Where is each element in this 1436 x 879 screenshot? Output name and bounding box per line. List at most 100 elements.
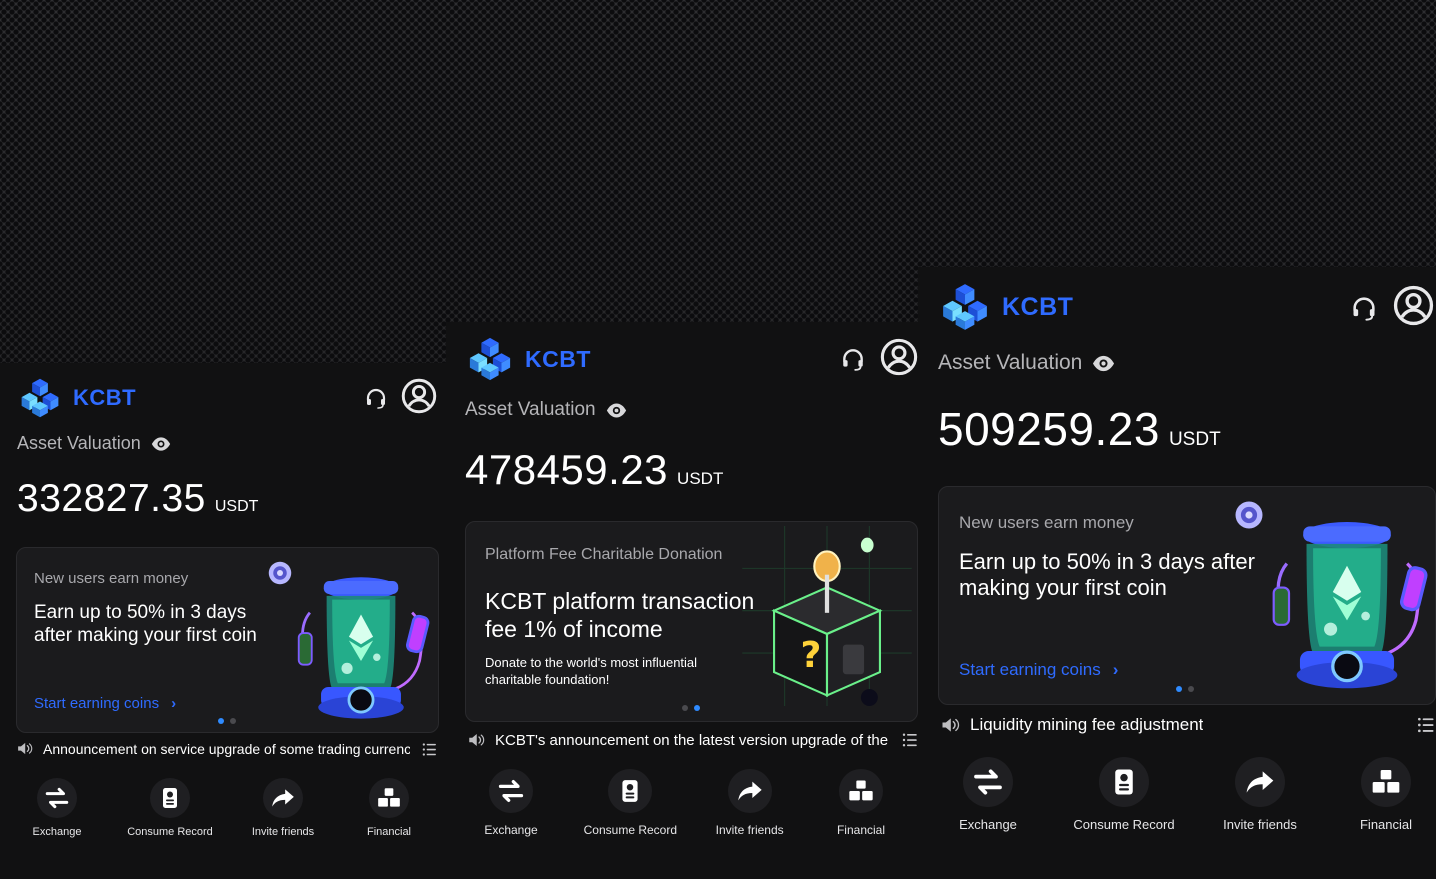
action-invite-friends[interactable]: Invite friends bbox=[240, 778, 326, 838]
user-profile-icon[interactable] bbox=[401, 378, 437, 414]
capsule-illustration bbox=[1264, 511, 1430, 697]
action-label: Financial bbox=[836, 823, 885, 837]
eye-icon[interactable] bbox=[606, 400, 627, 421]
action-label: Financial bbox=[366, 826, 412, 838]
action-label: Exchange bbox=[484, 823, 538, 837]
banner-headline: KCBT platform transaction fee 1% of inco… bbox=[485, 588, 755, 642]
financial-icon bbox=[1361, 757, 1411, 807]
action-label: Exchange bbox=[959, 817, 1017, 832]
action-exchange[interactable]: Exchange bbox=[465, 769, 557, 837]
brand-name: KCBT bbox=[525, 345, 591, 372]
action-invite-friends[interactable]: Invite friends bbox=[704, 769, 796, 837]
action-consume-record[interactable]: Consume Record bbox=[1064, 757, 1184, 832]
action-label: Exchange bbox=[32, 826, 82, 838]
chevron-right-icon: › bbox=[1112, 660, 1119, 679]
carousel-dot-active[interactable] bbox=[218, 718, 224, 724]
action-exchange[interactable]: Exchange bbox=[14, 778, 100, 838]
speaker-icon bbox=[467, 731, 485, 749]
customer-service-icon[interactable] bbox=[364, 386, 388, 410]
speaker-icon bbox=[940, 715, 960, 735]
share-icon bbox=[1235, 757, 1285, 807]
promo-banner[interactable]: Platform Fee Charitable Donation KCBT pl… bbox=[465, 521, 918, 722]
record-icon bbox=[608, 769, 653, 813]
brand: KCBT bbox=[938, 282, 1073, 332]
asset-valuation-label: Asset Valuation bbox=[17, 433, 171, 454]
banner-subtext: Donate to the world's most influential c… bbox=[485, 655, 698, 687]
carousel-dot[interactable] bbox=[682, 705, 688, 711]
wallet-panel-3: KCBT Asset Valuation 509259.23 USDT New … bbox=[918, 267, 1436, 879]
announcement-text: Announcement on service upgrade of some … bbox=[43, 740, 410, 757]
announcement-bar[interactable]: Announcement on service upgrade of some … bbox=[16, 740, 410, 757]
action-invite-friends[interactable]: Invite friends bbox=[1210, 757, 1310, 832]
share-icon bbox=[263, 778, 303, 818]
user-profile-icon[interactable] bbox=[1393, 285, 1434, 326]
carousel-dot-active[interactable] bbox=[1176, 686, 1182, 692]
banner-kicker: Platform Fee Charitable Donation bbox=[485, 546, 723, 563]
announcement-list-icon[interactable] bbox=[901, 731, 918, 749]
amount-value: 332827.35 bbox=[17, 477, 206, 520]
asset-valuation-label: Asset Valuation bbox=[465, 399, 627, 421]
banner-headline: Earn up to 50% in 3 days after making yo… bbox=[959, 549, 1255, 601]
exchange-icon bbox=[963, 757, 1013, 807]
exchange-icon bbox=[37, 778, 77, 818]
carousel-dots bbox=[682, 705, 700, 711]
asset-valuation-label: Asset Valuation bbox=[938, 351, 1115, 375]
carousel-dot[interactable] bbox=[230, 718, 236, 724]
action-label: Consume Record bbox=[1073, 817, 1175, 832]
brand-name: KCBT bbox=[1002, 292, 1074, 321]
action-label: Invite friends bbox=[251, 826, 315, 838]
promo-banner[interactable]: New users earn money Earn up to 50% in 3… bbox=[16, 547, 439, 733]
action-financial[interactable]: Financial bbox=[346, 778, 432, 838]
announcement-list-icon[interactable] bbox=[421, 741, 438, 758]
kcbt-logo-icon bbox=[465, 336, 515, 382]
amount-unit: USDT bbox=[677, 469, 724, 488]
user-profile-icon[interactable] bbox=[880, 338, 918, 376]
orb-illustration bbox=[1231, 497, 1267, 533]
asset-label-text: Asset Valuation bbox=[17, 433, 141, 453]
announcement-text: KCBT's announcement on the latest versio… bbox=[495, 731, 891, 749]
asset-label-text: Asset Valuation bbox=[465, 399, 596, 420]
action-exchange[interactable]: Exchange bbox=[938, 757, 1038, 832]
carousel-dots bbox=[218, 718, 236, 724]
amount-unit: USDT bbox=[1168, 429, 1221, 450]
action-label: Invite friends bbox=[1223, 817, 1297, 832]
kcbt-logo-icon bbox=[17, 377, 63, 419]
announcement-bar[interactable]: Liquidity mining fee adjustment bbox=[940, 715, 1400, 735]
carousel-dot[interactable] bbox=[1188, 686, 1194, 692]
carousel-dot-active[interactable] bbox=[694, 705, 700, 711]
record-icon bbox=[150, 778, 190, 818]
start-earning-link[interactable]: Start earning coins › bbox=[34, 695, 176, 712]
asset-amount: 332827.35 USDT bbox=[17, 477, 258, 521]
eye-icon[interactable] bbox=[1092, 352, 1115, 375]
wallet-panel-2: KCBT Asset Valuation 478459.23 USDT Plat… bbox=[446, 322, 918, 879]
banner-kicker: New users earn money bbox=[34, 570, 189, 587]
action-label: Invite friends bbox=[715, 823, 784, 837]
promo-banner[interactable]: New users earn money Earn up to 50% in 3… bbox=[938, 486, 1436, 705]
cta-label: Start earning coins bbox=[34, 695, 160, 712]
action-consume-record[interactable]: Consume Record bbox=[576, 769, 684, 837]
announcement-bar[interactable]: KCBT's announcement on the latest versio… bbox=[467, 731, 891, 749]
action-consume-record[interactable]: Consume Record bbox=[120, 778, 220, 838]
action-label: Consume Record bbox=[127, 826, 213, 838]
brand: KCBT bbox=[17, 377, 136, 419]
action-financial[interactable]: Financial bbox=[1336, 757, 1436, 832]
carousel-dots bbox=[1176, 686, 1194, 692]
asset-label-text: Asset Valuation bbox=[938, 351, 1083, 374]
action-label: Consume Record bbox=[583, 823, 678, 837]
amount-unit: USDT bbox=[214, 498, 259, 515]
wallet-panel-1: KCBT Asset Valuation 332827.35 USDT New … bbox=[0, 363, 446, 879]
capsule-illustration bbox=[291, 568, 431, 726]
announcement-list-icon[interactable] bbox=[1416, 715, 1436, 735]
customer-service-icon[interactable] bbox=[840, 346, 866, 372]
kcbt-logo-icon bbox=[938, 282, 992, 332]
eye-icon[interactable] bbox=[151, 434, 171, 454]
action-financial[interactable]: Financial bbox=[815, 769, 907, 837]
cta-label: Start earning coins bbox=[959, 660, 1101, 679]
start-earning-link[interactable]: Start earning coins › bbox=[959, 660, 1118, 680]
financial-icon bbox=[838, 769, 883, 813]
announcement-text: Liquidity mining fee adjustment bbox=[970, 715, 1204, 734]
customer-service-icon[interactable] bbox=[1350, 294, 1378, 322]
asset-amount: 509259.23 USDT bbox=[938, 402, 1221, 456]
exchange-icon bbox=[489, 769, 533, 813]
asset-amount: 478459.23 USDT bbox=[465, 446, 723, 494]
